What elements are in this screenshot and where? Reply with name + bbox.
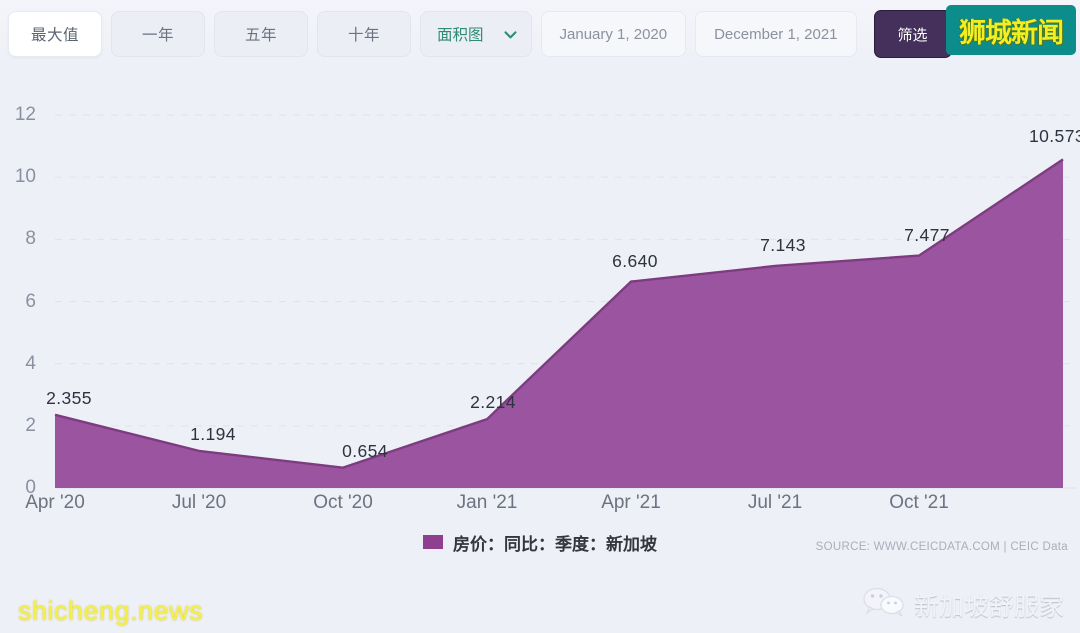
y-axis-tick-label: 10 (0, 166, 36, 188)
data-point-label: 1.194 (190, 424, 236, 445)
range-button-5y[interactable]: 五年 (214, 11, 308, 57)
x-axis-tick-label: Jul '21 (748, 492, 802, 514)
filter-button-label: 筛选 (897, 24, 927, 45)
range-button-10y[interactable]: 十年 (317, 11, 411, 57)
x-axis-tick-label: Apr '21 (601, 492, 661, 514)
date-to-value: December 1, 2021 (714, 26, 837, 43)
chart-svg (0, 68, 1080, 520)
data-point-label: 0.654 (342, 441, 388, 462)
chart-type-select-value: 面积图 (437, 23, 484, 45)
data-point-label: 2.355 (46, 388, 92, 409)
data-point-label: 2.214 (470, 392, 516, 413)
x-axis-tick-label: Oct '21 (889, 492, 949, 514)
legend-color-swatch (423, 535, 443, 549)
area-chart: 024681012Apr '20Jul '20Oct '20Jan '21Apr… (0, 68, 1080, 520)
wechat-icon (862, 586, 906, 623)
watermark-shicheng-news: shicheng.news (18, 596, 203, 627)
chart-toolbar: 最大值 一年 五年 十年 面积图 January 1, 2020 Decembe… (0, 0, 1080, 68)
x-axis-tick-label: Jan '21 (457, 492, 518, 514)
data-point-label: 7.143 (760, 235, 806, 256)
chart-source-text: SOURCE: WWW.CEICDATA.COM | CEIC Data (816, 541, 1068, 553)
y-axis-tick-label: 12 (0, 104, 36, 126)
data-point-label: 7.477 (904, 225, 950, 246)
chart-type-select[interactable]: 面积图 (420, 11, 532, 57)
range-button-max-label: 最大值 (31, 23, 79, 45)
date-to-input[interactable]: December 1, 2021 (695, 11, 856, 57)
watermark-wechat: 新加坡舒服家 (862, 586, 1064, 623)
x-axis-tick-label: Jul '20 (172, 492, 226, 514)
date-from-input[interactable]: January 1, 2020 (541, 11, 687, 57)
legend-series-label: 房价：同比：季度：新加坡 (453, 530, 657, 555)
chevron-down-icon (502, 26, 519, 43)
range-button-max[interactable]: 最大值 (8, 11, 102, 57)
data-point-label: 6.640 (612, 251, 658, 272)
range-button-1y[interactable]: 一年 (111, 11, 205, 57)
y-axis-tick-label: 6 (0, 291, 36, 313)
y-axis-tick-label: 4 (0, 353, 36, 375)
brand-badge-label: 狮城新闻 (959, 11, 1063, 50)
range-button-1y-label: 一年 (142, 23, 174, 45)
chart-plot-area: 024681012Apr '20Jul '20Oct '20Jan '21Apr… (0, 68, 1080, 520)
data-point-label: 10.573 (1029, 126, 1080, 147)
range-button-10y-label: 十年 (348, 23, 380, 45)
y-axis-tick-label: 8 (0, 228, 36, 250)
filter-button[interactable]: 筛选 (874, 10, 952, 58)
watermark-wechat-label: 新加坡舒服家 (914, 587, 1064, 623)
y-axis-tick-label: 2 (0, 415, 36, 437)
date-from-value: January 1, 2020 (560, 26, 668, 43)
range-button-5y-label: 五年 (245, 23, 277, 45)
x-axis-tick-label: Oct '20 (313, 492, 373, 514)
brand-badge: 狮城新闻 (946, 5, 1076, 55)
x-axis-tick-label: Apr '20 (25, 492, 85, 514)
